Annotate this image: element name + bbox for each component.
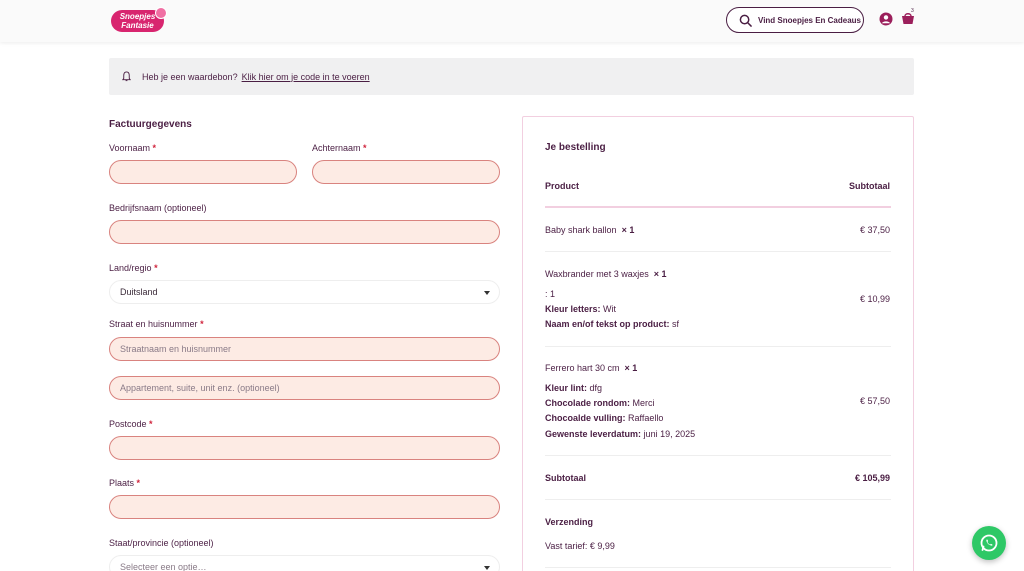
- logo-candy-icon: [155, 7, 167, 19]
- state-select[interactable]: Selecteer een optie…: [109, 555, 500, 571]
- shipping-label: Verzending: [545, 517, 594, 527]
- row-divider: [545, 251, 891, 252]
- row-divider: [545, 567, 891, 568]
- shipping-value: Vast tarief: € 9,99: [545, 541, 615, 551]
- street-input[interactable]: [109, 337, 500, 361]
- street-label: Straat en huisnummer *: [109, 319, 204, 329]
- voucher-notice: Heb je een waardebon? Klik hier om je co…: [109, 58, 914, 95]
- chevron-down-icon: [484, 291, 490, 295]
- subtotal-label: Subtotaal: [545, 473, 587, 483]
- order-item-price: € 37,50: [859, 225, 890, 235]
- order-item-price: € 57,50: [859, 396, 890, 406]
- order-item-meta: Naam en/of tekst op product: sf: [545, 319, 680, 329]
- first-name-label: Voornaam *: [109, 143, 157, 153]
- order-item-meta: Chocolade rondom: Merci: [545, 398, 655, 408]
- order-item-meta: Chocoalde vulling: Raffaello: [545, 413, 664, 423]
- col-product-header: Product: [545, 181, 580, 191]
- order-item-name: Baby shark ballon × 1: [545, 225, 635, 235]
- country-select-value: Duitsland: [120, 287, 158, 297]
- search-button[interactable]: Vind Snoepjes En Cadeaus: [726, 7, 864, 33]
- cart-count-badge: 3: [911, 8, 914, 14]
- state-label: Staat/provincie (optioneel): [109, 538, 214, 548]
- order-title: Je bestelling: [545, 142, 606, 153]
- order-summary: Je bestelling Product Subtotaal Baby sha…: [522, 116, 914, 571]
- last-name-label: Achternaam *: [312, 143, 367, 153]
- state-select-value: Selecteer een optie…: [120, 562, 207, 571]
- country-select[interactable]: Duitsland: [109, 280, 500, 304]
- search-button-label: Vind Snoepjes En Cadeaus: [758, 15, 861, 25]
- order-item-name: Waxbrander met 3 waxjes × 1: [545, 269, 667, 279]
- voucher-text: Heb je een waardebon?: [142, 71, 238, 82]
- postcode-input[interactable]: [109, 436, 500, 460]
- order-item-price: € 10,99: [859, 294, 890, 304]
- postcode-label: Postcode *: [109, 419, 153, 429]
- row-divider: [545, 455, 891, 456]
- first-name-input[interactable]: [109, 160, 297, 184]
- subtotal-value: € 105,99: [854, 473, 890, 483]
- search-icon: [739, 14, 752, 27]
- order-item-name: Ferrero hart 30 cm × 1: [545, 363, 638, 373]
- order-item-meta: Gewenste leverdatum: juni 19, 2025: [545, 429, 696, 439]
- last-name-input[interactable]: [312, 160, 500, 184]
- apartment-input[interactable]: [109, 376, 500, 400]
- city-input[interactable]: [109, 495, 500, 519]
- city-label: Plaats *: [109, 478, 141, 488]
- site-logo[interactable]: Snoepjes Fantasie: [111, 7, 167, 33]
- order-item-meta: : 1: [545, 289, 556, 299]
- site-header: Snoepjes Fantasie Vind Snoepjes En Cadea…: [0, 0, 1024, 42]
- chevron-down-icon: [484, 566, 490, 570]
- col-subtotal-header: Subtotaal: [848, 181, 890, 191]
- company-input[interactable]: [109, 220, 500, 244]
- billing-title: Factuurgegevens: [109, 119, 192, 130]
- whatsapp-chat-button[interactable]: [972, 526, 1006, 560]
- account-icon[interactable]: [879, 12, 893, 26]
- row-divider: [545, 499, 891, 500]
- order-item-meta: Kleur letters: Wit: [545, 304, 617, 314]
- voucher-link[interactable]: Klik hier om je code in te voeren: [242, 72, 370, 82]
- company-label: Bedrijfsnaam (optioneel): [109, 203, 207, 213]
- order-item-meta: Kleur lint: dfg: [545, 383, 603, 393]
- bell-icon: [121, 71, 132, 82]
- whatsapp-icon: [980, 534, 998, 552]
- row-divider: [545, 346, 891, 347]
- header-divider: [545, 206, 891, 208]
- country-label: Land/regio *: [109, 263, 158, 273]
